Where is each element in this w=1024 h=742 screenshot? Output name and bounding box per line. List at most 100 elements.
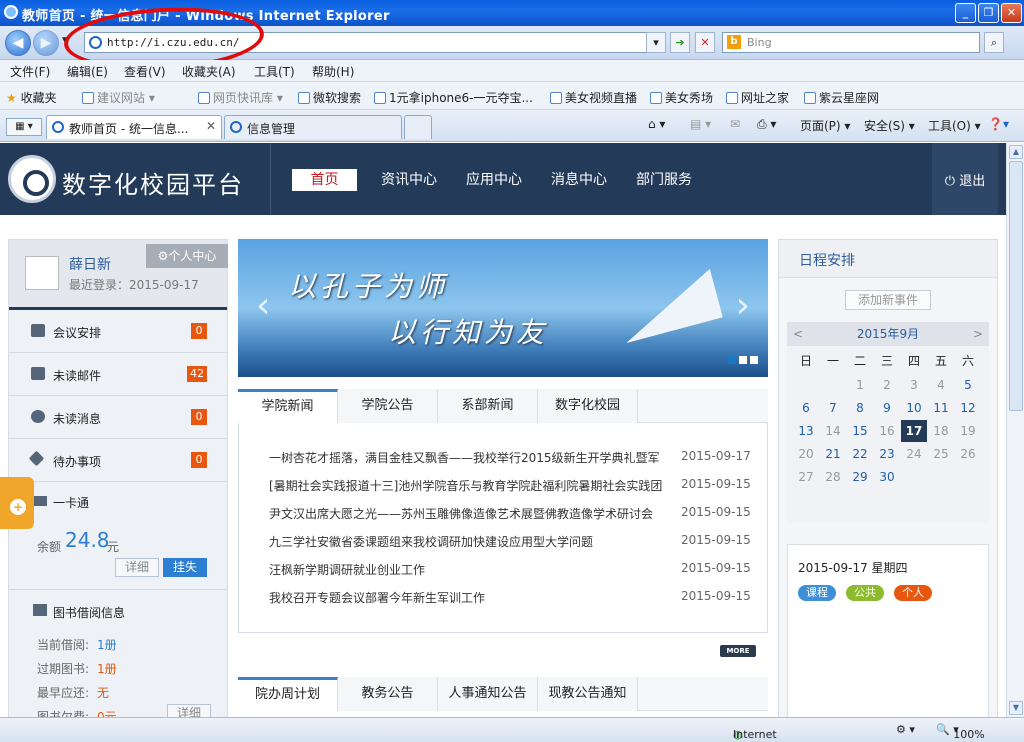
tab-hr-notices[interactable]: 人事通知公告 — [438, 677, 538, 711]
menu-favorites[interactable]: 收藏夹(A) — [182, 63, 236, 80]
nav-app-center[interactable]: 应用中心 — [459, 169, 529, 191]
go-button[interactable]: ➔ — [670, 32, 690, 53]
news-title[interactable]: 一树杏花才摇落，满目金桂又飘香——我校举行2015级新生开学典礼暨军 — [269, 449, 669, 466]
logout-button[interactable]: ⏻ 退出 — [932, 143, 998, 215]
news-title[interactable]: 尹文汉出席大愿之光——苏州玉雕佛像造像艺术展暨佛教造像学术研讨会 — [269, 505, 669, 522]
slide-dot[interactable] — [728, 356, 736, 364]
unread-mail-row[interactable]: 未读邮件 42 — [9, 353, 227, 396]
zoom-control[interactable]: 🔍 100% ▾ — [936, 723, 985, 741]
slide-dot[interactable] — [750, 356, 758, 364]
nav-home[interactable]: 首页 — [292, 169, 357, 191]
fav-item-hao[interactable]: 网址之家 — [726, 89, 789, 106]
nav-message-center[interactable]: 消息中心 — [544, 169, 614, 191]
safety-menu[interactable]: 安全(S) ▾ — [864, 117, 915, 134]
vertical-scrollbar[interactable]: ▲ ▼ — [1006, 143, 1024, 717]
tag-personal[interactable]: 个人 — [894, 585, 932, 601]
tab-teacher-home[interactable]: 教师首页 - 统一信息... ✕ — [46, 115, 222, 139]
favorites-button[interactable]: ★ 收藏夹 — [6, 89, 57, 106]
search-button[interactable]: ⌕ — [984, 32, 1004, 53]
calendar-day[interactable]: 18 — [928, 420, 954, 442]
close-tab-icon[interactable]: ✕ — [206, 119, 216, 133]
calendar-day[interactable]: 3 — [901, 374, 927, 396]
menu-file[interactable]: 文件(F) — [10, 63, 50, 80]
calendar-day[interactable]: 25 — [928, 443, 954, 465]
feeds-icon[interactable]: ▤ ▾ — [690, 117, 711, 131]
calendar-day[interactable]: 10 — [901, 397, 927, 419]
calendar-day[interactable]: 4 — [928, 374, 954, 396]
news-item[interactable]: 九三学社安徽省委课题组来我校调研加快建设应用型大学问题 2015-09-15 — [269, 533, 759, 553]
fav-item-suggested[interactable]: 建议网站 ▾ — [82, 89, 155, 106]
calendar-day[interactable]: 20 — [793, 443, 819, 465]
calendar-day[interactable]: 14 — [820, 420, 846, 442]
calendar-day[interactable]: 2 — [874, 374, 900, 396]
fav-item-webslice[interactable]: 网页快讯库 ▾ — [198, 89, 283, 106]
calendar-day[interactable]: 29 — [847, 466, 873, 488]
news-title[interactable]: 九三学社安徽省委课题组来我校调研加快建设应用型大学问题 — [269, 533, 669, 550]
calendar-day[interactable]: 27 — [793, 466, 819, 488]
unread-message-row[interactable]: 未读消息 0 — [9, 396, 227, 439]
calendar-day[interactable]: 9 — [874, 397, 900, 419]
news-title[interactable]: 我校召开专题会议部署今年新生军训工作 — [269, 589, 669, 606]
help-icon[interactable]: ❓▾ — [988, 117, 1009, 131]
todo-row[interactable]: 待办事项 0 — [9, 439, 227, 482]
tab-digital-campus[interactable]: 数字化校园 — [538, 389, 638, 423]
menu-edit[interactable]: 编辑(E) — [67, 63, 108, 80]
quick-tabs-button[interactable]: ▦ ▾ — [6, 118, 42, 136]
menu-help[interactable]: 帮助(H) — [312, 63, 354, 80]
tab-college-notices[interactable]: 学院公告 — [338, 389, 438, 423]
back-button[interactable]: ◀ — [5, 30, 31, 56]
calendar-day[interactable]: 12 — [955, 397, 981, 419]
personal-center-button[interactable]: ⚙个人中心 — [146, 244, 228, 268]
restore-button[interactable]: ❐ — [978, 3, 999, 23]
current-value[interactable]: 1册 — [97, 636, 117, 653]
calendar-day[interactable]: 16 — [874, 420, 900, 442]
nav-dept-services[interactable]: 部门服务 — [629, 169, 699, 191]
tab-info-management[interactable]: 信息管理 — [224, 115, 402, 139]
news-title[interactable]: 汪枫新学期调研就业创业工作 — [269, 561, 669, 578]
calendar-day[interactable]: 17 — [901, 420, 927, 442]
tab-edu-tech-notices[interactable]: 现教公告通知 — [538, 677, 638, 711]
stop-button[interactable]: ✕ — [695, 32, 715, 53]
page-menu[interactable]: 页面(P) ▾ — [800, 117, 850, 134]
close-window-button[interactable]: ✕ — [1001, 3, 1022, 23]
floating-add-button[interactable] — [0, 477, 34, 529]
fav-item-search[interactable]: 微软搜索 — [298, 89, 361, 106]
more-news-button[interactable]: MORE — [720, 645, 756, 657]
news-item[interactable]: 一树杏花才摇落，满目金桂又飘香——我校举行2015级新生开学典礼暨军 2015-0… — [269, 449, 759, 469]
scroll-thumb[interactable] — [1009, 161, 1023, 411]
fav-item-star[interactable]: 紫云星座网 — [804, 89, 879, 106]
report-lost-button[interactable]: 挂失 — [163, 558, 207, 577]
tab-office-weekly-plan[interactable]: 院办周计划 — [238, 677, 338, 711]
fav-item-iphone[interactable]: 1元拿iphone6-一元夺宝... — [374, 89, 533, 106]
address-dropdown-button[interactable]: ▾ — [646, 32, 666, 53]
calendar-day[interactable]: 8 — [847, 397, 873, 419]
tools-menu[interactable]: 工具(O) ▾ — [928, 117, 981, 134]
prev-slide-arrow[interactable]: ‹ — [256, 285, 270, 326]
calendar-day[interactable]: 6 — [793, 397, 819, 419]
calendar-day[interactable]: 23 — [874, 443, 900, 465]
prev-month-arrow[interactable]: < — [793, 322, 803, 346]
library-detail-button[interactable]: 详细 — [167, 704, 211, 717]
calendar-day[interactable]: 21 — [820, 443, 846, 465]
calendar-day[interactable]: 24 — [901, 443, 927, 465]
fav-item-video[interactable]: 美女视频直播 — [550, 89, 637, 106]
news-item[interactable]: 汪枫新学期调研就业创业工作 2015-09-15 — [269, 561, 759, 581]
tab-department-news[interactable]: 系部新闻 — [438, 389, 538, 423]
news-item[interactable]: 尹文汉出席大愿之光——苏州玉雕佛像造像艺术展暨佛教造像学术研讨会 2015-09-… — [269, 505, 759, 525]
card-detail-button[interactable]: 详细 — [115, 558, 159, 577]
home-icon[interactable]: ⌂ ▾ — [648, 117, 665, 131]
tab-academic-notices[interactable]: 教务公告 — [338, 677, 438, 711]
calendar-day[interactable]: 26 — [955, 443, 981, 465]
add-event-button[interactable]: 添加新事件 — [845, 290, 931, 310]
mail-icon[interactable]: ✉ — [730, 117, 740, 131]
next-month-arrow[interactable]: > — [973, 322, 983, 346]
menu-view[interactable]: 查看(V) — [124, 63, 166, 80]
fav-item-show[interactable]: 美女秀场 — [650, 89, 713, 106]
scroll-up-arrow[interactable]: ▲ — [1009, 145, 1023, 159]
calendar-day[interactable]: 7 — [820, 397, 846, 419]
tag-course[interactable]: 课程 — [798, 585, 836, 601]
user-name[interactable]: 薛日新 — [69, 254, 111, 274]
print-icon[interactable]: ⎙ ▾ — [757, 117, 776, 132]
calendar-day[interactable]: 15 — [847, 420, 873, 442]
scroll-down-arrow[interactable]: ▼ — [1009, 701, 1023, 715]
